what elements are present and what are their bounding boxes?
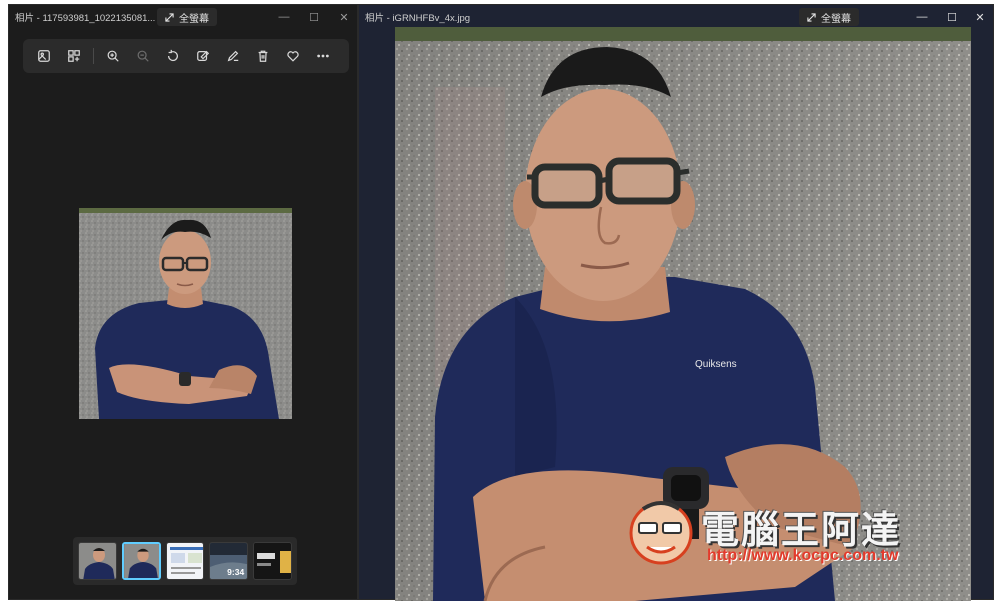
rotate-button[interactable] [158,43,188,69]
thumbnail-image [123,544,159,578]
thumbnail-3[interactable] [165,542,205,580]
minimize-icon: — [916,11,928,23]
thumbnail-image [254,543,291,579]
more-icon [317,54,329,58]
favorite-icon [287,51,299,62]
collection-button[interactable] [59,43,89,69]
photo-preview[interactable] [79,208,292,419]
more-button[interactable] [308,43,338,69]
zoom-in-button[interactable] [98,43,128,69]
title-bar[interactable]: 相片 - iGRNHFBv_4x.jpg [359,5,993,29]
photos-window-right: 相片 - iGRNHFBv_4x.jpg 全螢幕 — ☐ ✕ Quiksens … [358,4,995,601]
thumbnail-5[interactable] [253,542,292,580]
zoom-in-icon [107,50,119,62]
fullscreen-label: 全螢幕 [179,13,209,25]
portrait-photo [79,208,292,419]
edit-image-icon [197,50,210,61]
thumbnail-label: 9:34 [227,567,245,577]
image-toolbar [23,39,349,73]
maximize-button[interactable]: ☐ [299,5,329,29]
zoom-out-button[interactable] [128,43,158,69]
desktop: 相片 - 117593981_1022135081... 全螢幕 — ☐ ✕ 9… [0,0,1000,608]
filmstrip: 9:34 [73,537,297,585]
watermark-url: http://www.kocpc.com.tw [707,547,899,564]
window-title: 相片 - iGRNHFBv_4x.jpg [365,13,471,24]
maximize-button[interactable]: ☐ [937,5,967,29]
close-button[interactable]: ✕ [329,5,359,29]
rotate-icon [168,49,178,62]
edit-image-button[interactable] [188,43,218,69]
maximize-icon: ☐ [947,11,957,24]
maximize-icon: ☐ [309,11,319,24]
mascot-icon [629,501,693,565]
minimize-button[interactable]: — [269,5,299,29]
thumbnail-1[interactable] [78,542,117,580]
close-icon: ✕ [975,11,985,24]
fullscreen-label: 全螢幕 [821,13,851,25]
delete-icon [258,50,268,62]
expand-icon [165,12,174,22]
watermark: 電腦王阿達 http://www.kocpc.com.tw [623,495,953,575]
expand-icon [807,12,816,22]
toolbar-divider [93,48,94,64]
minimize-button[interactable]: — [907,5,937,29]
thumbnail-image [166,543,204,579]
delete-button[interactable] [248,43,278,69]
window-title: 相片 - 117593981_1022135081... [15,13,156,24]
thumbnail-image [79,543,116,579]
minimize-icon: — [278,11,290,23]
zoom-out-icon [137,50,149,62]
image-button[interactable] [29,43,59,69]
shirt-logo: Quiksens [695,359,737,370]
collection-icon [68,50,80,62]
favorite-button[interactable] [278,43,308,69]
close-icon: ✕ [339,11,349,24]
thumbnail-4[interactable]: 9:34 [209,542,249,580]
photos-window-left: 相片 - 117593981_1022135081... 全螢幕 — ☐ ✕ 9… [8,4,358,600]
watermark-text: 電腦王阿達 [701,508,902,552]
image-icon [38,50,50,62]
fullscreen-button[interactable]: 全螢幕 [157,8,217,26]
draw-button[interactable] [218,43,248,69]
draw-icon [227,50,239,62]
close-button[interactable]: ✕ [965,5,995,29]
thumbnail-2-selected[interactable] [121,542,161,580]
fullscreen-button[interactable]: 全螢幕 [799,8,859,26]
